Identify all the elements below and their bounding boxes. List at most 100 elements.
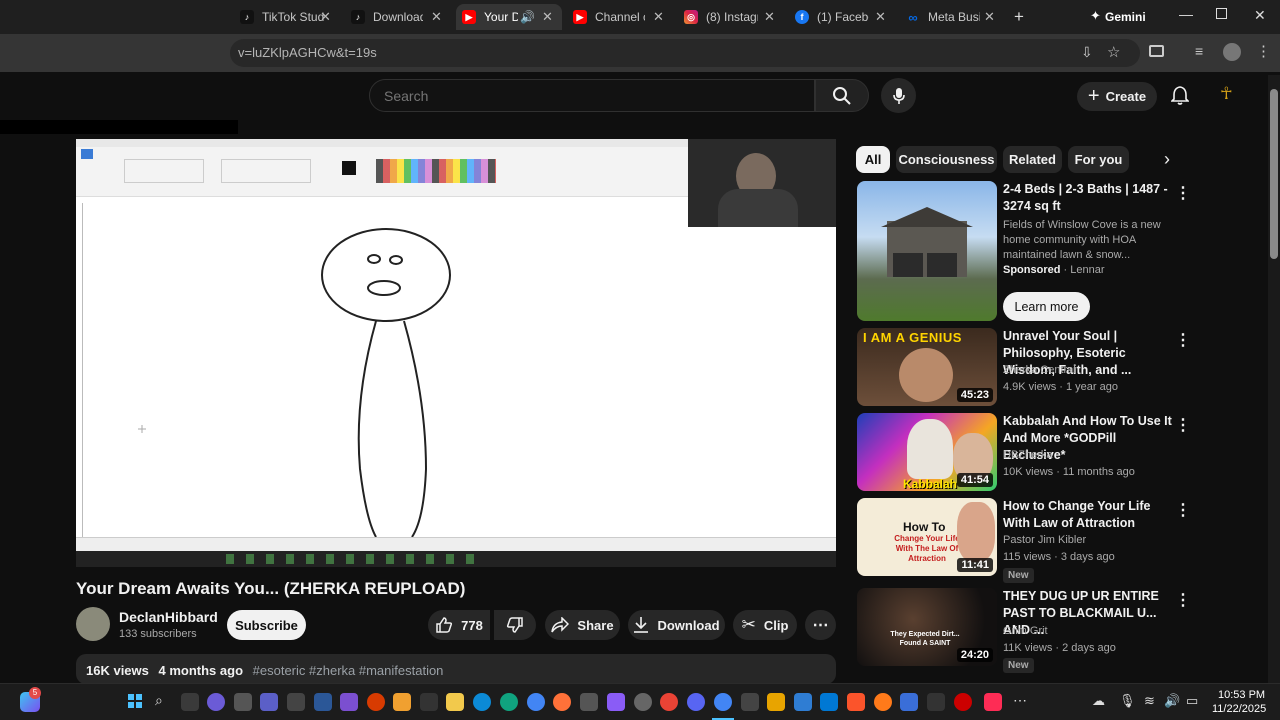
close-window-button[interactable]: ✕: [1254, 7, 1266, 24]
video-thumbnail[interactable]: They Expected Dirt... Found A SAINT 24:2…: [857, 588, 997, 666]
windows-start-icon[interactable]: [128, 694, 142, 708]
task-view-icon[interactable]: [181, 693, 199, 711]
channel-name[interactable]: DeclanHibbard: [119, 609, 218, 625]
download-button[interactable]: Download: [628, 610, 725, 640]
more-vertical-icon[interactable]: ⋮: [1175, 590, 1191, 610]
channel-avatar[interactable]: [76, 607, 110, 641]
create-button[interactable]: + Create: [1077, 82, 1157, 111]
profile-avatar[interactable]: [1223, 43, 1241, 61]
edge-icon[interactable]: [473, 693, 491, 711]
app-icon[interactable]: [234, 693, 252, 711]
recommendation-item[interactable]: How To Change Your Life With The Law Of …: [857, 498, 1191, 583]
close-icon[interactable]: ✕: [875, 9, 886, 25]
more-vertical-icon[interactable]: ⋮: [1175, 500, 1191, 520]
tab-instagram[interactable]: ◎ (8) Instagra ✕: [678, 4, 784, 30]
wifi-icon[interactable]: ≋: [1144, 693, 1155, 709]
cloud-sync-icon[interactable]: ☁: [1092, 693, 1105, 709]
app-icon[interactable]: [927, 693, 945, 711]
chip-all[interactable]: All: [856, 146, 890, 173]
gemini-button[interactable]: Gemini: [1105, 10, 1146, 24]
close-icon[interactable]: ✕: [764, 9, 775, 25]
recommendation-item[interactable]: I AM A GENIUS 45:23 Unravel Your Soul | …: [857, 328, 1191, 406]
tab-download[interactable]: ♪ Download ✕: [345, 4, 451, 30]
notifications-bell-icon[interactable]: [1171, 85, 1189, 105]
new-tab-button[interactable]: +: [1014, 7, 1024, 27]
firefox-icon[interactable]: [553, 693, 571, 711]
recommendation-item[interactable]: They Expected Dirt... Found A SAINT 24:2…: [857, 588, 1191, 673]
channel-name[interactable]: Zherka Central: [1003, 364, 1076, 376]
close-icon[interactable]: ✕: [984, 9, 995, 25]
more-vertical-icon[interactable]: ⋮: [1175, 415, 1191, 435]
voice-search-button[interactable]: [881, 78, 916, 113]
close-icon[interactable]: ✕: [542, 9, 553, 25]
teams-icon[interactable]: [260, 693, 278, 711]
like-button[interactable]: 778: [428, 610, 490, 640]
address-bar[interactable]: v=luZKlpAGHCw&t=19s: [230, 39, 1140, 67]
learn-more-button[interactable]: Learn more: [1003, 292, 1090, 321]
tab-channel-content[interactable]: ▶ Channel co ✕: [567, 4, 673, 30]
close-icon[interactable]: ✕: [320, 9, 331, 25]
minimize-button[interactable]: —: [1179, 6, 1193, 22]
discord-icon[interactable]: [687, 693, 705, 711]
chrome-icon[interactable]: [660, 693, 678, 711]
tiktok-icon[interactable]: [984, 693, 1002, 711]
subscribe-button[interactable]: Subscribe: [227, 610, 306, 640]
app-icon[interactable]: [393, 693, 411, 711]
app-icon[interactable]: [420, 693, 438, 711]
app-icon[interactable]: [287, 693, 305, 711]
app-icon[interactable]: [367, 693, 385, 711]
app-icon[interactable]: [500, 693, 518, 711]
tab-tiktok-studio[interactable]: ♪ TikTok Stud ✕: [234, 4, 340, 30]
dislike-button[interactable]: [494, 610, 536, 640]
app-icon[interactable]: [607, 693, 625, 711]
tab-meta-business[interactable]: ∞ Meta Busin ✕: [900, 4, 1006, 30]
bookmark-star-icon[interactable]: ☆: [1107, 43, 1120, 61]
video-thumbnail[interactable]: How To Change Your Life With The Law Of …: [857, 498, 997, 576]
clock-time[interactable]: 10:53 PM: [1218, 689, 1265, 701]
video-thumbnail[interactable]: Kabbalah 41:54: [857, 413, 997, 491]
taskbar-search-icon[interactable]: ⌕: [155, 692, 163, 709]
app-icon[interactable]: [580, 693, 598, 711]
app-icon[interactable]: [874, 693, 892, 711]
more-actions-button[interactable]: ⋯: [805, 610, 836, 640]
recommendation-item[interactable]: Kabbalah 41:54 Kabbalah And How To Use I…: [857, 413, 1191, 491]
browser-menu-icon[interactable]: ⋮: [1256, 42, 1271, 60]
close-icon[interactable]: ✕: [431, 9, 442, 25]
video-player[interactable]: [76, 139, 836, 567]
chip-related[interactable]: Related: [1003, 146, 1062, 173]
search-button[interactable]: [815, 79, 869, 112]
file-explorer-icon[interactable]: [446, 693, 464, 711]
channel-name[interactable]: Pastor Jim Kibler: [1003, 534, 1086, 546]
more-horizontal-icon[interactable]: ⋯: [1013, 692, 1027, 709]
description-box[interactable]: 16K views 4 months ago #esoteric #zherka…: [76, 654, 836, 684]
media-controls-icon[interactable]: ≡: [1195, 43, 1203, 59]
video-thumbnail[interactable]: I AM A GENIUS 45:23: [857, 328, 997, 406]
page-scrollbar[interactable]: [1268, 75, 1280, 683]
install-app-icon[interactable]: ⇩: [1081, 44, 1093, 61]
app-icon[interactable]: [207, 693, 225, 711]
battery-icon[interactable]: ▭: [1186, 693, 1198, 709]
scrollbar-thumb[interactable]: [1270, 89, 1278, 259]
ad-title[interactable]: 2-4 Beds | 2-3 Baths | 1487 - 3274 sq ft: [1003, 181, 1173, 215]
tab-your-dream[interactable]: ▶ Your Dr 🔊 ✕: [456, 4, 562, 30]
ad-thumbnail[interactable]: [857, 181, 997, 321]
app-icon[interactable]: [767, 693, 785, 711]
channel-avatar-icon[interactable]: ☥: [1220, 84, 1240, 106]
chip-for-you[interactable]: For you: [1068, 146, 1129, 173]
chip-consciousness[interactable]: Consciousness: [896, 146, 997, 173]
channel-name[interactable]: Grim Grit: [1003, 625, 1048, 637]
maximize-button[interactable]: [1216, 8, 1227, 19]
more-vertical-icon[interactable]: ⋮: [1175, 183, 1191, 203]
channel-name[interactable]: DBZherka: [1003, 449, 1053, 461]
tab-search-icon[interactable]: [1149, 45, 1164, 57]
app-icon[interactable]: [820, 693, 838, 711]
share-button[interactable]: Share: [545, 610, 620, 640]
chevron-right-icon[interactable]: ›: [1164, 149, 1170, 170]
clip-button[interactable]: ✂ Clip: [733, 610, 797, 640]
mic-icon[interactable]: 🎙: [1119, 693, 1136, 709]
video-title[interactable]: How to Change Your Life With Law of Attr…: [1003, 498, 1173, 532]
app-icon[interactable]: [794, 693, 812, 711]
chrome-icon[interactable]: [714, 693, 732, 711]
opera-icon[interactable]: [954, 693, 972, 711]
more-vertical-icon[interactable]: ⋮: [1175, 330, 1191, 350]
